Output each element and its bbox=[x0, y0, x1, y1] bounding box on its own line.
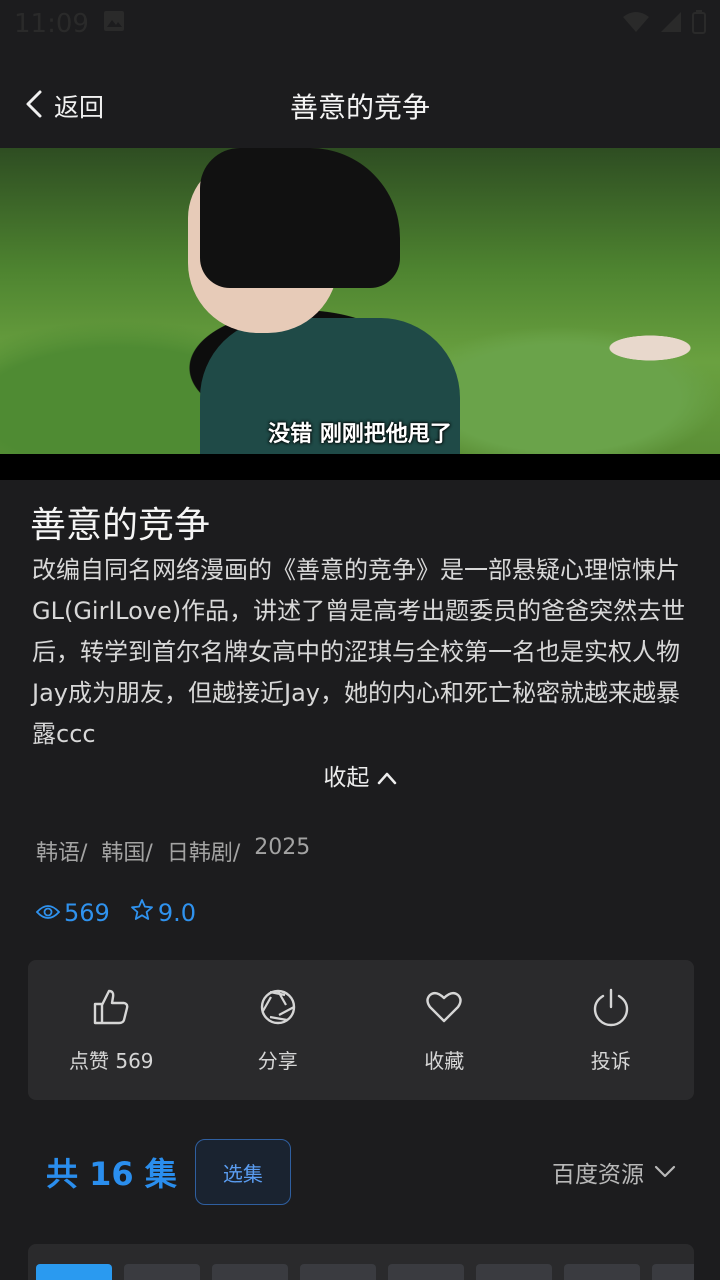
select-episode-label: 选集 bbox=[222, 1161, 263, 1186]
video-figure-hair bbox=[200, 148, 400, 288]
report-label: 投诉 bbox=[590, 1048, 631, 1073]
status-bar: 11:09 bbox=[0, 0, 720, 48]
show-description: 改编自同名网络漫画的《善意的竞争》是一部悬疑心理惊悚片GL(GirlLove)作… bbox=[32, 556, 686, 748]
views-stat: 569 bbox=[35, 899, 110, 927]
episode-tile[interactable] bbox=[476, 1264, 552, 1280]
chevron-down-icon bbox=[654, 1159, 676, 1185]
rating-value: 9.0 bbox=[157, 899, 196, 927]
back-label: 返回 bbox=[54, 93, 105, 122]
tag-genre: 日韩剧/ bbox=[166, 841, 241, 866]
episode-tile[interactable] bbox=[388, 1264, 464, 1280]
image-notification-icon bbox=[103, 9, 125, 39]
episode-tile[interactable] bbox=[652, 1264, 694, 1280]
wifi-icon bbox=[622, 11, 650, 37]
chevron-left-icon bbox=[24, 89, 44, 123]
battery-icon bbox=[692, 10, 706, 38]
video-frame: 没错 刚刚把他甩了 bbox=[0, 148, 720, 454]
episode-tile[interactable] bbox=[124, 1264, 200, 1280]
show-stats: 569 9.0 bbox=[35, 898, 196, 928]
action-panel: 点赞 569 分享 收藏 投诉 bbox=[28, 960, 694, 1100]
episodes-bar: 共 16 集 选集 百度资源 bbox=[46, 1138, 676, 1206]
eye-icon bbox=[35, 899, 61, 927]
collapse-button[interactable]: 收起 bbox=[0, 758, 720, 792]
source-label: 百度资源 bbox=[552, 1162, 644, 1188]
episode-tile[interactable] bbox=[36, 1264, 112, 1280]
favorite-label: 收藏 bbox=[424, 1048, 465, 1073]
like-label: 点赞 569 bbox=[68, 1048, 154, 1073]
page-title: 善意的竞争 bbox=[289, 91, 430, 124]
heart-icon bbox=[424, 987, 464, 1031]
views-count: 569 bbox=[64, 899, 110, 927]
chevron-up-icon bbox=[377, 765, 397, 791]
tag-year: 2025 bbox=[254, 835, 311, 860]
show-tags: 韩语/ 韩国/ 日韩剧/ 2025 bbox=[36, 835, 310, 867]
episode-tile[interactable] bbox=[564, 1264, 640, 1280]
report-button[interactable]: 投诉 bbox=[528, 960, 695, 1100]
episode-tile[interactable] bbox=[300, 1264, 376, 1280]
thumbs-up-icon bbox=[91, 987, 131, 1031]
nav-bar: 返回 善意的竞争 bbox=[0, 64, 720, 148]
episode-tile[interactable] bbox=[212, 1264, 288, 1280]
share-button[interactable]: 分享 bbox=[195, 960, 362, 1100]
source-dropdown[interactable]: 百度资源 bbox=[552, 1155, 676, 1189]
back-button[interactable]: 返回 bbox=[24, 64, 104, 148]
aperture-icon bbox=[258, 987, 298, 1031]
video-subtitle: 没错 刚刚把他甩了 bbox=[268, 422, 452, 447]
share-label: 分享 bbox=[257, 1048, 298, 1073]
show-title: 善意的竞争 bbox=[30, 505, 211, 546]
video-player[interactable]: 没错 刚刚把他甩了 bbox=[0, 148, 720, 480]
tag-language: 韩语/ bbox=[36, 841, 88, 866]
favorite-button[interactable]: 收藏 bbox=[361, 960, 528, 1100]
like-button[interactable]: 点赞 569 bbox=[28, 960, 195, 1100]
rating-stat: 9.0 bbox=[130, 898, 196, 928]
select-episode-button[interactable]: 选集 bbox=[194, 1139, 291, 1205]
status-time: 11:09 bbox=[14, 9, 89, 39]
power-icon bbox=[591, 987, 631, 1031]
episode-count: 共 16 集 bbox=[46, 1155, 177, 1193]
collapse-label: 收起 bbox=[323, 765, 370, 791]
signal-icon bbox=[660, 11, 682, 37]
episode-list bbox=[28, 1244, 694, 1280]
tag-region: 韩国/ bbox=[101, 841, 153, 866]
star-icon bbox=[130, 898, 154, 928]
